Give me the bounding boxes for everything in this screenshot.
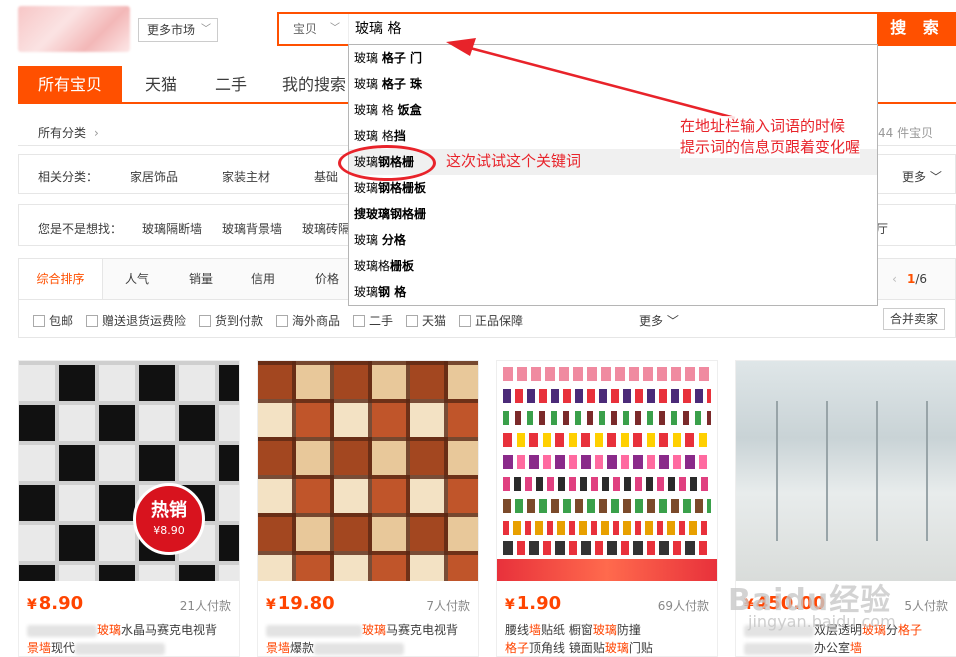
arrow-line [469,46,736,120]
highlight-circle [338,145,436,181]
arrow-head [446,38,476,56]
annotation-arrow [446,38,736,120]
annotation-line: 在地址栏输入词语的时候 [680,117,846,135]
watermark-url: jingyan.baidu.com [748,612,896,631]
annotation-line: 提示词的信息页跟着变化喔 [680,138,861,156]
annotation-keyword-note: 这次试试这个关键词 [446,152,582,170]
annotation-note: 在地址栏输入词语的时候 提示词的信息页跟着变化喔 [680,116,861,158]
